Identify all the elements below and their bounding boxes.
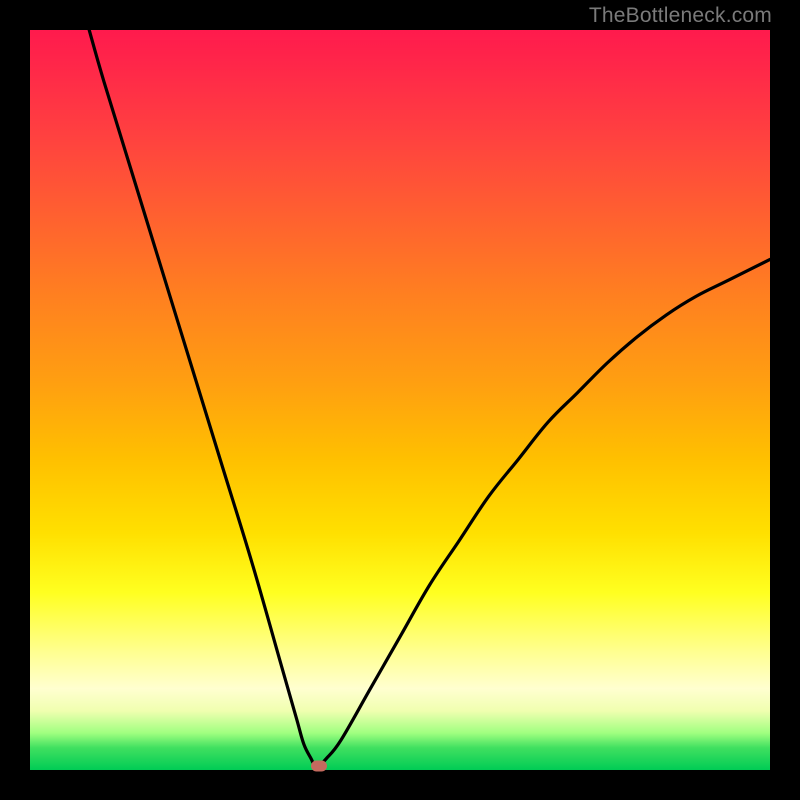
plot-area xyxy=(30,30,770,770)
chart-frame: TheBottleneck.com xyxy=(0,0,800,800)
bottleneck-curve xyxy=(30,30,770,770)
minimum-marker xyxy=(311,761,327,772)
watermark-text: TheBottleneck.com xyxy=(589,4,772,28)
